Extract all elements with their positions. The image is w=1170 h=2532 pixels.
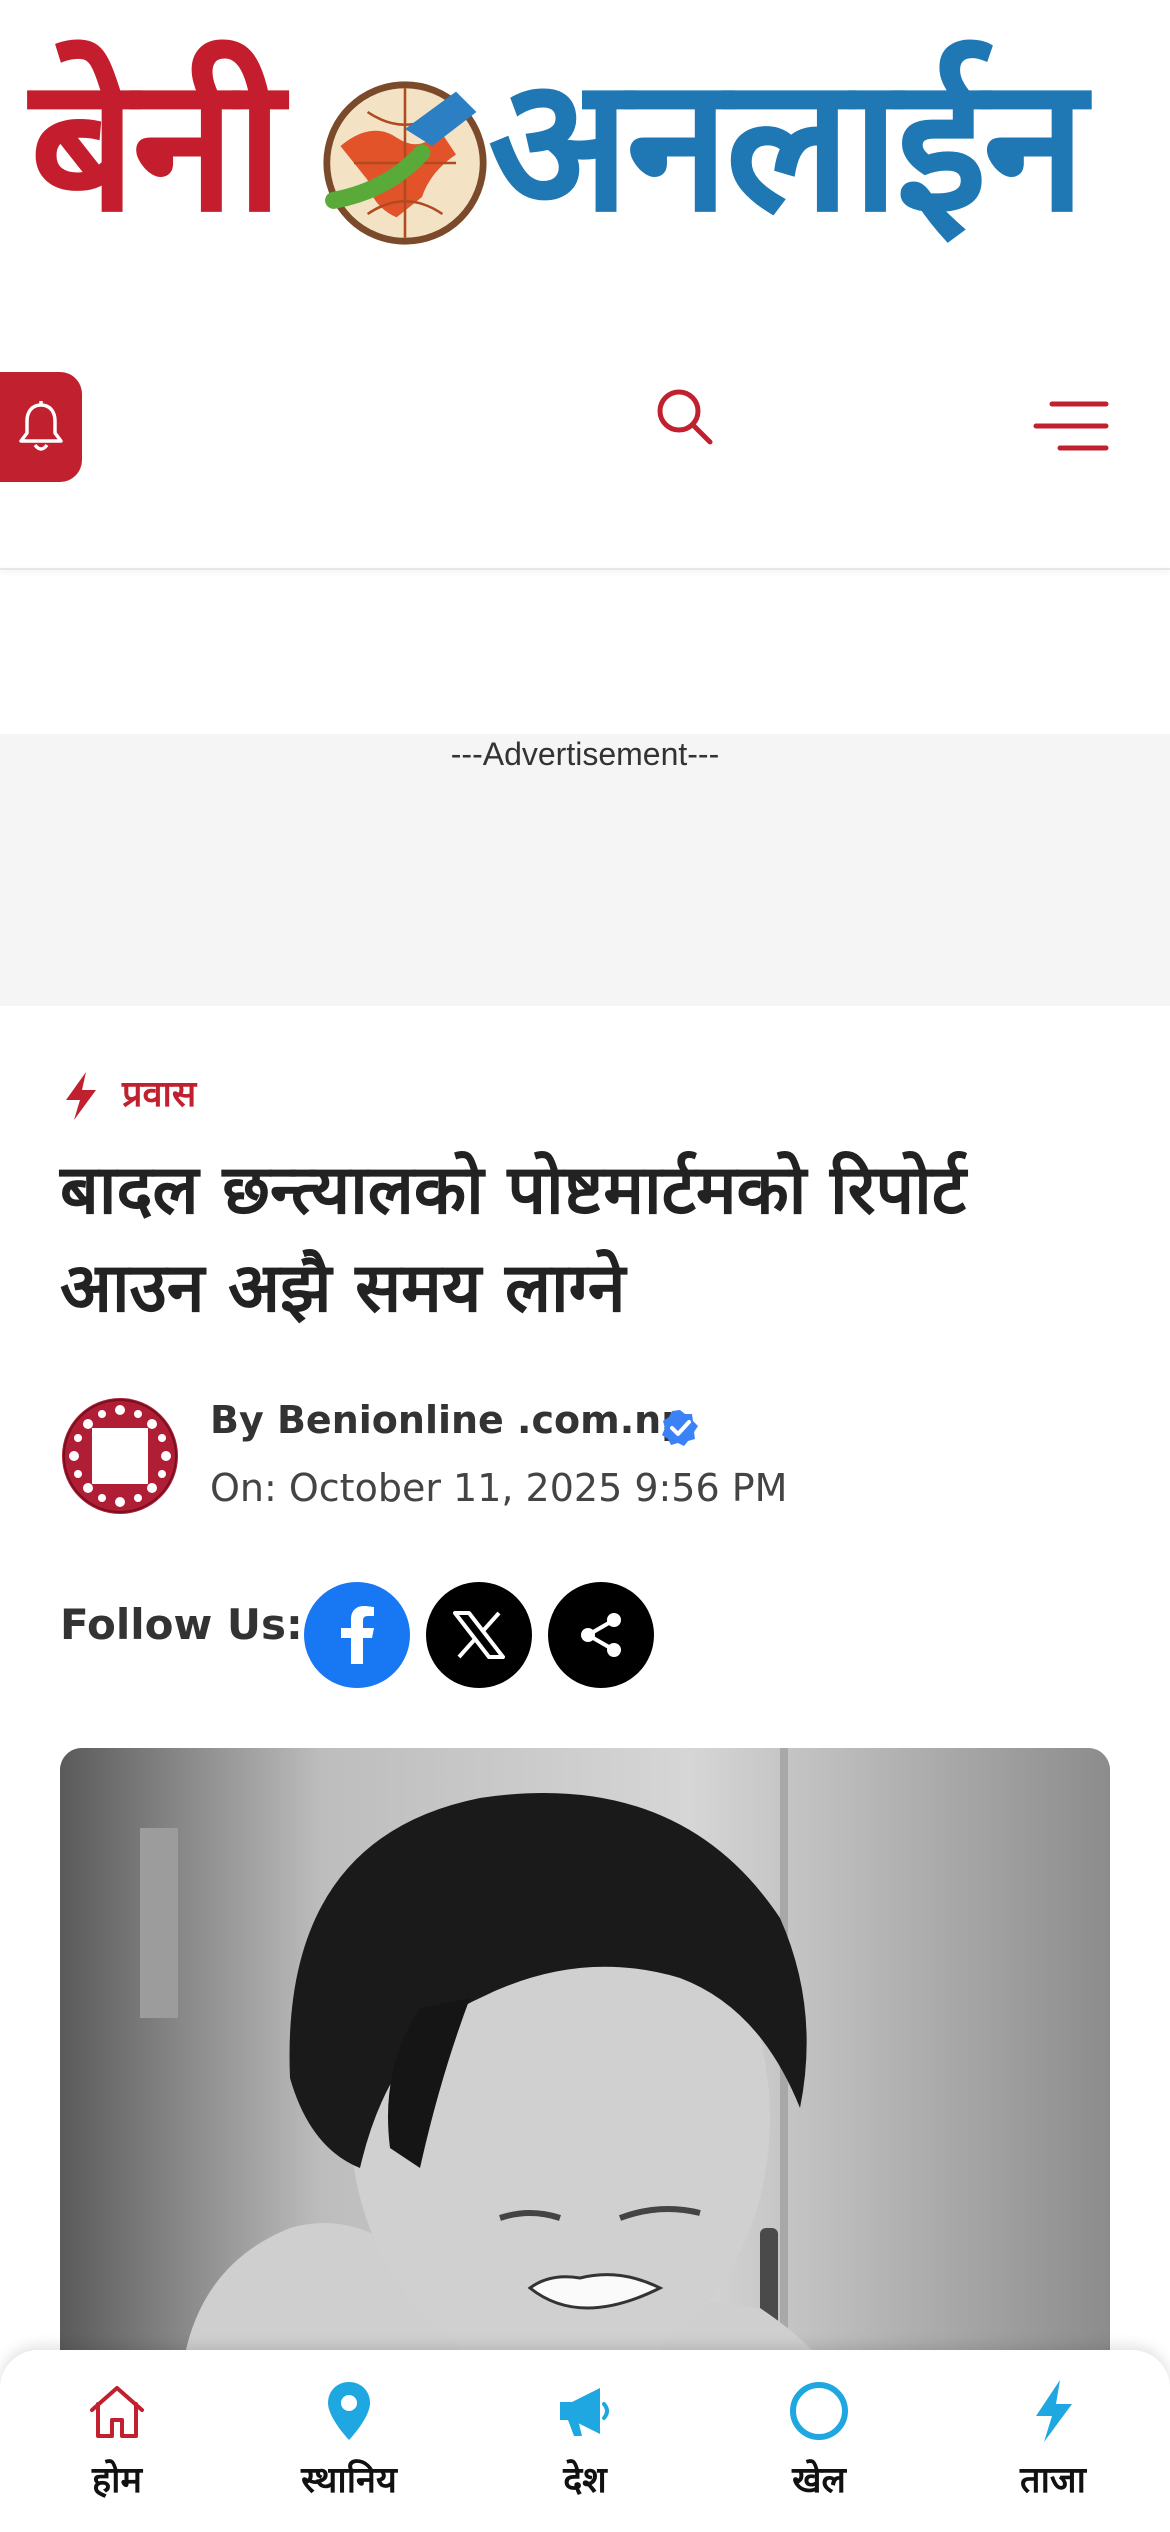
header-divider [0, 568, 1170, 570]
facebook-icon [341, 1606, 374, 1664]
publish-date: On: October 11, 2025 9:56 PM [210, 1466, 788, 1510]
menu-button[interactable] [1032, 398, 1110, 454]
share-icon [581, 1613, 621, 1657]
x-twitter-button[interactable] [426, 1582, 532, 1688]
advertisement-label: ---Advertisement--- [450, 736, 720, 772]
nav-item-sports[interactable]: खेल [724, 2380, 914, 2520]
nav-label-country: देश [563, 2460, 607, 2501]
menu-icon [1033, 401, 1109, 451]
nav-item-latest[interactable]: ताजा [958, 2380, 1148, 2520]
nav-label-latest: ताजा [1020, 2460, 1086, 2501]
lightning-icon [66, 1072, 96, 1120]
bell-icon [19, 401, 63, 451]
search-button[interactable] [652, 384, 718, 450]
advertisement-slot[interactable] [0, 734, 1170, 1006]
nav-item-local[interactable]: स्थानिय [254, 2380, 444, 2520]
nav-label-local: स्थानिय [301, 2460, 397, 2501]
nav-label-sports: खेल [792, 2460, 846, 2501]
search-icon [657, 389, 713, 445]
megaphone-icon [560, 2388, 609, 2436]
site-logo[interactable]: बेनी अनलाईन [30, 30, 1130, 260]
article-image[interactable] [60, 1748, 1110, 2388]
author-name[interactable]: By Benionline .com.np [210, 1398, 688, 1442]
nav-label-home: होम [92, 2460, 142, 2501]
logo-text-online: अनलाईन [488, 36, 1086, 253]
home-icon [90, 2386, 144, 2438]
x-icon [453, 1611, 505, 1659]
circle-icon [790, 2382, 848, 2440]
nav-item-country[interactable]: देश [490, 2380, 680, 2520]
share-button[interactable] [548, 1582, 654, 1688]
nav-item-home[interactable]: होम [22, 2380, 212, 2520]
author-avatar[interactable] [60, 1396, 180, 1516]
verified-badge-icon [662, 1410, 698, 1446]
globe-icon [323, 81, 487, 245]
follow-label: Follow Us: [60, 1600, 303, 1649]
location-pin-icon [328, 2382, 370, 2440]
logo-text-beni: बेनी [30, 36, 284, 253]
lightning-icon [1036, 2380, 1072, 2442]
facebook-button[interactable] [304, 1582, 410, 1688]
category-link[interactable]: प्रवास [122, 1068, 196, 1117]
bottom-navigation: होम स्थानिय देश खेल ताजा [0, 2350, 1170, 2532]
article-headline: बादल छन्त्यालको पोष्टमार्टमको रिपोर्ट आउ… [60, 1151, 966, 1328]
portrait-photo [60, 1748, 1110, 2388]
notification-button[interactable] [0, 372, 82, 482]
